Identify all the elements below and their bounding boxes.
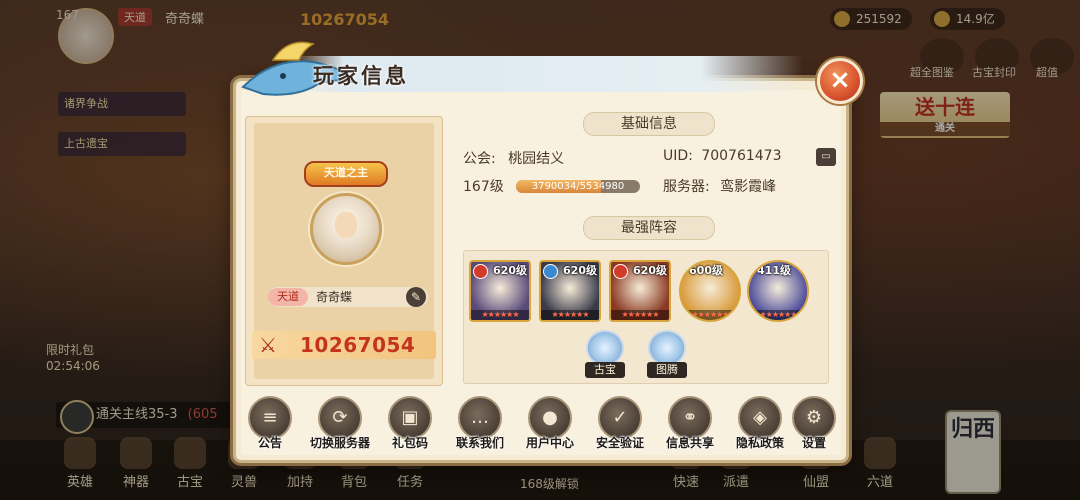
totem-icon	[648, 330, 686, 366]
ancient-treasure-slot[interactable]: 古宝	[585, 330, 625, 378]
power-value: 10267054	[300, 333, 416, 357]
title-badge: 天道之主	[304, 161, 388, 187]
security-verify-button[interactable]: ✓ 安全验证	[585, 396, 655, 451]
player-name-text: 奇奇蝶	[316, 290, 353, 304]
guild-label: 公会:	[463, 151, 496, 167]
server-label: 服务器:	[663, 179, 710, 195]
dialog-title: 玩家信息	[313, 64, 409, 88]
player-info-dialog: 玩家信息 × 天道之主 天道 奇奇蝶 ✎ ⚔ 10267054 基础信息 公会:…	[233, 41, 863, 463]
hero-level: 600级	[689, 264, 723, 277]
avatar-face	[335, 212, 357, 238]
portrait-avatar[interactable]	[310, 193, 382, 265]
server-value: 鸾影霞峰	[720, 179, 777, 195]
settings-button[interactable]: ⚙ 设置	[779, 396, 849, 451]
lineup-hero[interactable]: 620级 ★★★★★★	[469, 260, 531, 322]
announcement-button[interactable]: ≡ 公告	[235, 396, 305, 451]
action-label: 安全验证	[595, 436, 644, 450]
exp-text: 3790034/5534980	[531, 181, 625, 192]
contact-us-button[interactable]: … 联系我们	[445, 396, 515, 451]
hero-stars: ★★★★★★	[471, 310, 529, 320]
copy-uid-icon[interactable]: ▭	[816, 148, 836, 166]
guild-value: 桃园结义	[508, 151, 565, 167]
action-bar: ≡ 公告 ⟳ 切换服务器 ▣ 礼包码 … 联系我们 ● 用户中心 ✓ 安全验证 …	[233, 396, 849, 456]
hero-stars: ★★★★★★	[541, 310, 599, 320]
basic-info-header: 基础信息	[583, 112, 715, 136]
power-row: ⚔ 10267054	[252, 331, 436, 359]
treasure-gem-icon	[586, 330, 624, 366]
action-label: 信息共享	[665, 436, 714, 450]
totem-label: 图腾	[647, 362, 687, 378]
hero-level: 620级	[563, 264, 597, 277]
name-row: 天道 奇奇蝶 ✎	[268, 287, 428, 307]
name-tag: 天道	[268, 288, 308, 306]
gift-code-button[interactable]: ▣ 礼包码	[375, 396, 445, 451]
uid-label: UID:	[663, 148, 693, 164]
info-share-button[interactable]: ⚭ 信息共享	[655, 396, 725, 451]
user-center-button[interactable]: ● 用户中心	[515, 396, 585, 451]
lineup-hero[interactable]: 620级 ★★★★★★	[539, 260, 601, 322]
hero-level: 620级	[493, 264, 527, 277]
close-icon: ×	[829, 65, 851, 95]
hero-level: 620级	[633, 264, 667, 277]
lineup-hero[interactable]: 411级 ★★★★★★	[747, 260, 809, 322]
uid-value: 700761473	[701, 148, 782, 164]
ancient-treasure-label: 古宝	[585, 362, 625, 378]
combat-power-icon: ⚔	[259, 333, 277, 357]
hero-stars: ★★★★★★	[749, 310, 807, 320]
action-label: 礼包码	[391, 436, 428, 450]
switch-server-button[interactable]: ⟳ 切换服务器	[305, 396, 375, 451]
close-button[interactable]: ×	[817, 58, 863, 104]
server-row: 服务器: 鸾影霞峰	[663, 176, 776, 196]
action-label: 用户中心	[525, 436, 574, 450]
lineup-hero[interactable]: 620级 ★★★★★★	[609, 260, 671, 322]
action-label: 公告	[257, 436, 282, 450]
camp-icon	[473, 264, 488, 279]
action-label: 切换服务器	[309, 436, 370, 450]
level-text: 167级	[463, 179, 504, 195]
lineup-header: 最强阵容	[583, 216, 715, 240]
edit-name-icon[interactable]: ✎	[406, 287, 426, 307]
hero-stars: ★★★★★★	[611, 310, 669, 320]
profile-card: 天道之主 天道 奇奇蝶 ✎ ⚔ 10267054	[245, 116, 443, 386]
hero-stars: ★★★★★★	[681, 310, 739, 320]
exp-bar: 3790034/5534980	[516, 180, 640, 193]
uid-row: UID: 700761473	[663, 148, 782, 164]
camp-icon	[613, 264, 628, 279]
guild-row: 公会: 桃园结义	[463, 148, 564, 168]
hero-level: 411级	[757, 264, 791, 277]
action-label: 设置	[801, 436, 826, 450]
camp-icon	[543, 264, 558, 279]
lineup-hero[interactable]: 600级 ★★★★★★	[679, 260, 741, 322]
totem-slot[interactable]: 图腾	[647, 330, 687, 378]
action-label: 联系我们	[455, 436, 504, 450]
